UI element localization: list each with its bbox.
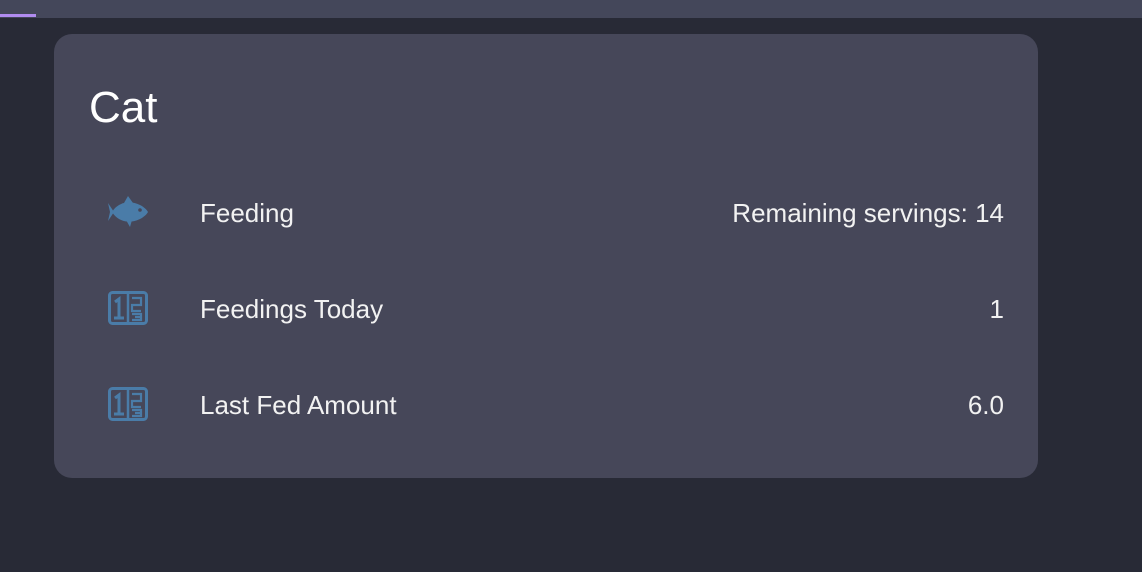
entity-name: Last Fed Amount bbox=[200, 390, 397, 420]
active-tab-indicator bbox=[0, 14, 36, 17]
numeric-icon bbox=[108, 290, 148, 326]
entity-state: Remaining servings: 14 bbox=[732, 198, 1004, 228]
entity-state: 1 bbox=[989, 294, 1004, 324]
entity-name: Feeding bbox=[200, 198, 294, 228]
entity-row-last-fed-amount[interactable]: Last Fed Amount 6.0 bbox=[54, 376, 1038, 432]
entity-name: Feedings Today bbox=[200, 294, 384, 324]
top-toolbar bbox=[0, 0, 1142, 18]
entities-card: Cat Feeding Remaining servings: 14 Feedi… bbox=[54, 34, 1038, 478]
fish-icon bbox=[108, 194, 148, 230]
entity-row-feedings-today[interactable]: Feedings Today 1 bbox=[54, 280, 1038, 336]
numeric-icon bbox=[108, 386, 148, 422]
entity-row-feeding[interactable]: Feeding Remaining servings: 14 bbox=[54, 184, 1038, 240]
entity-state: 6.0 bbox=[967, 390, 1004, 420]
card-title: Cat bbox=[89, 83, 158, 132]
